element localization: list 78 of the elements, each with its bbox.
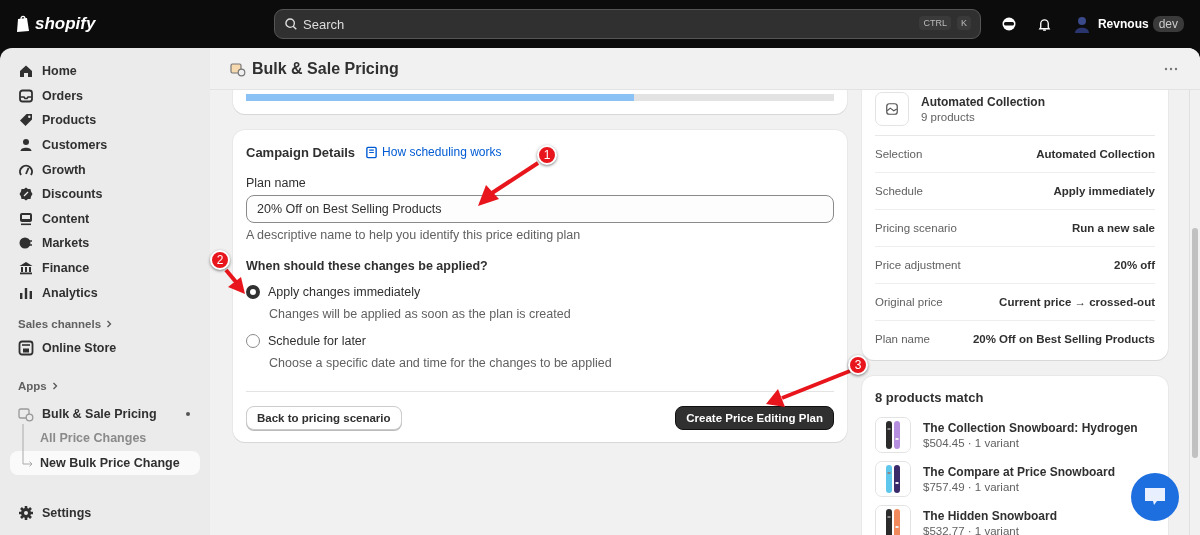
calendar-clock-icon xyxy=(230,60,246,77)
annotation-arrow xyxy=(478,161,540,206)
nav-item[interactable]: Content xyxy=(10,206,200,232)
calendar-clock-icon xyxy=(18,405,34,422)
section-heading[interactable]: Apps xyxy=(10,377,200,394)
nav-item[interactable]: Home xyxy=(10,59,200,84)
scrollbar[interactable] xyxy=(1189,90,1200,535)
radio-button[interactable] xyxy=(246,334,260,348)
card-title: Campaign Details xyxy=(246,144,356,160)
nav-item[interactable]: Finance xyxy=(10,255,200,281)
annotation-arrow xyxy=(224,268,245,294)
summary-value: Run a new sale xyxy=(1071,222,1155,234)
summary-value: Apply immediately xyxy=(1053,185,1155,197)
nav-item[interactable]: Markets xyxy=(10,231,200,256)
product-details: $757.49 · 1 variant xyxy=(923,481,1020,493)
product-details: $504.45 · 1 variant xyxy=(923,437,1020,449)
settings-icon xyxy=(18,504,34,521)
person-icon xyxy=(18,137,34,154)
summary-value: 20% off xyxy=(1114,259,1155,271)
option-label[interactable]: Schedule for later xyxy=(268,334,366,348)
field-label: Plan name xyxy=(246,176,307,190)
monitor-icon xyxy=(18,210,34,227)
option-label[interactable]: Apply changes immediately xyxy=(268,285,421,299)
field-hint: A descriptive name to help you identify this price editing plan xyxy=(246,228,582,242)
storefront-icon xyxy=(18,340,34,357)
summary-label: Selection xyxy=(875,148,923,160)
card-title: 8 products match xyxy=(875,390,985,405)
chevron-right-icon xyxy=(105,319,114,328)
tag-icon xyxy=(18,112,34,129)
back-button[interactable]: Back to pricing scenario xyxy=(246,406,402,430)
house-icon xyxy=(18,63,34,80)
summary-label: Pricing scenario xyxy=(875,222,957,234)
image-placeholder-icon xyxy=(875,92,909,126)
store-tag: dev xyxy=(1152,16,1184,32)
nav-item[interactable]: Growth xyxy=(10,157,200,182)
search-icon xyxy=(284,17,299,31)
pin-dot-icon xyxy=(186,411,190,416)
shopping-bag-icon xyxy=(16,15,32,33)
collection-name: Automated Collection xyxy=(921,95,1045,109)
shortcut-key: CTRL xyxy=(919,16,951,30)
option-description: Choose a specific date and time for the changes to be applied xyxy=(268,356,613,370)
summary-label: Schedule xyxy=(875,185,923,197)
summary-label: Plan name xyxy=(875,333,930,345)
nav-item[interactable]: Online Store xyxy=(10,335,200,361)
product-count: 9 products xyxy=(921,111,976,123)
bell-icon[interactable] xyxy=(1036,16,1052,32)
help-link[interactable]: How scheduling works xyxy=(365,145,502,159)
section-heading[interactable]: Sales channels xyxy=(10,315,200,332)
tray-icon xyxy=(18,87,34,104)
product-details: $532.77 · 1 variant xyxy=(923,525,1020,535)
nav-item[interactable]: Products xyxy=(10,108,200,133)
product-name[interactable]: The Compare at Price Snowboard xyxy=(923,465,1116,479)
option-description: Changes will be applied as soon as the plan is created xyxy=(268,307,572,321)
store-name[interactable]: Revnous xyxy=(1097,17,1149,31)
create-plan-button[interactable]: Create Price Editing Plan xyxy=(675,406,834,430)
summary-label: Original price xyxy=(875,296,943,308)
nav-item[interactable]: Discounts xyxy=(10,181,200,207)
nav-subitem[interactable]: New Bulk Price Change xyxy=(10,450,200,476)
product-name[interactable]: The Collection Snowboard: Hydrogen xyxy=(923,421,1138,435)
bank-icon xyxy=(18,260,34,277)
summary-value: 20% Off on Best Selling Products xyxy=(972,333,1155,345)
nav-item[interactable]: Customers xyxy=(10,132,200,158)
nav-item[interactable]: Settings xyxy=(10,500,200,525)
nav-item[interactable]: Orders xyxy=(10,83,200,109)
plan-name-field[interactable]: 20% Off on Best Selling Products xyxy=(246,195,834,223)
more-options-icon[interactable] xyxy=(1164,66,1178,71)
radio-button[interactable] xyxy=(246,285,260,299)
summary-label: Price adjustment xyxy=(875,259,961,271)
book-icon xyxy=(365,145,379,159)
logo-text: shopify xyxy=(35,14,96,34)
summary-value: Current price → crossed-out xyxy=(999,296,1155,308)
summary-value: Automated Collection xyxy=(1036,148,1155,160)
question-label: When should these changes be applied? xyxy=(246,259,489,273)
nav-item[interactable]: Bulk & Sale Pricing xyxy=(10,401,200,427)
product-name[interactable]: The Hidden Snowboard xyxy=(923,509,1057,523)
nav-item[interactable]: Analytics xyxy=(10,280,200,305)
page-title: Bulk & Sale Pricing xyxy=(252,59,399,78)
chevron-right-icon xyxy=(50,381,59,390)
